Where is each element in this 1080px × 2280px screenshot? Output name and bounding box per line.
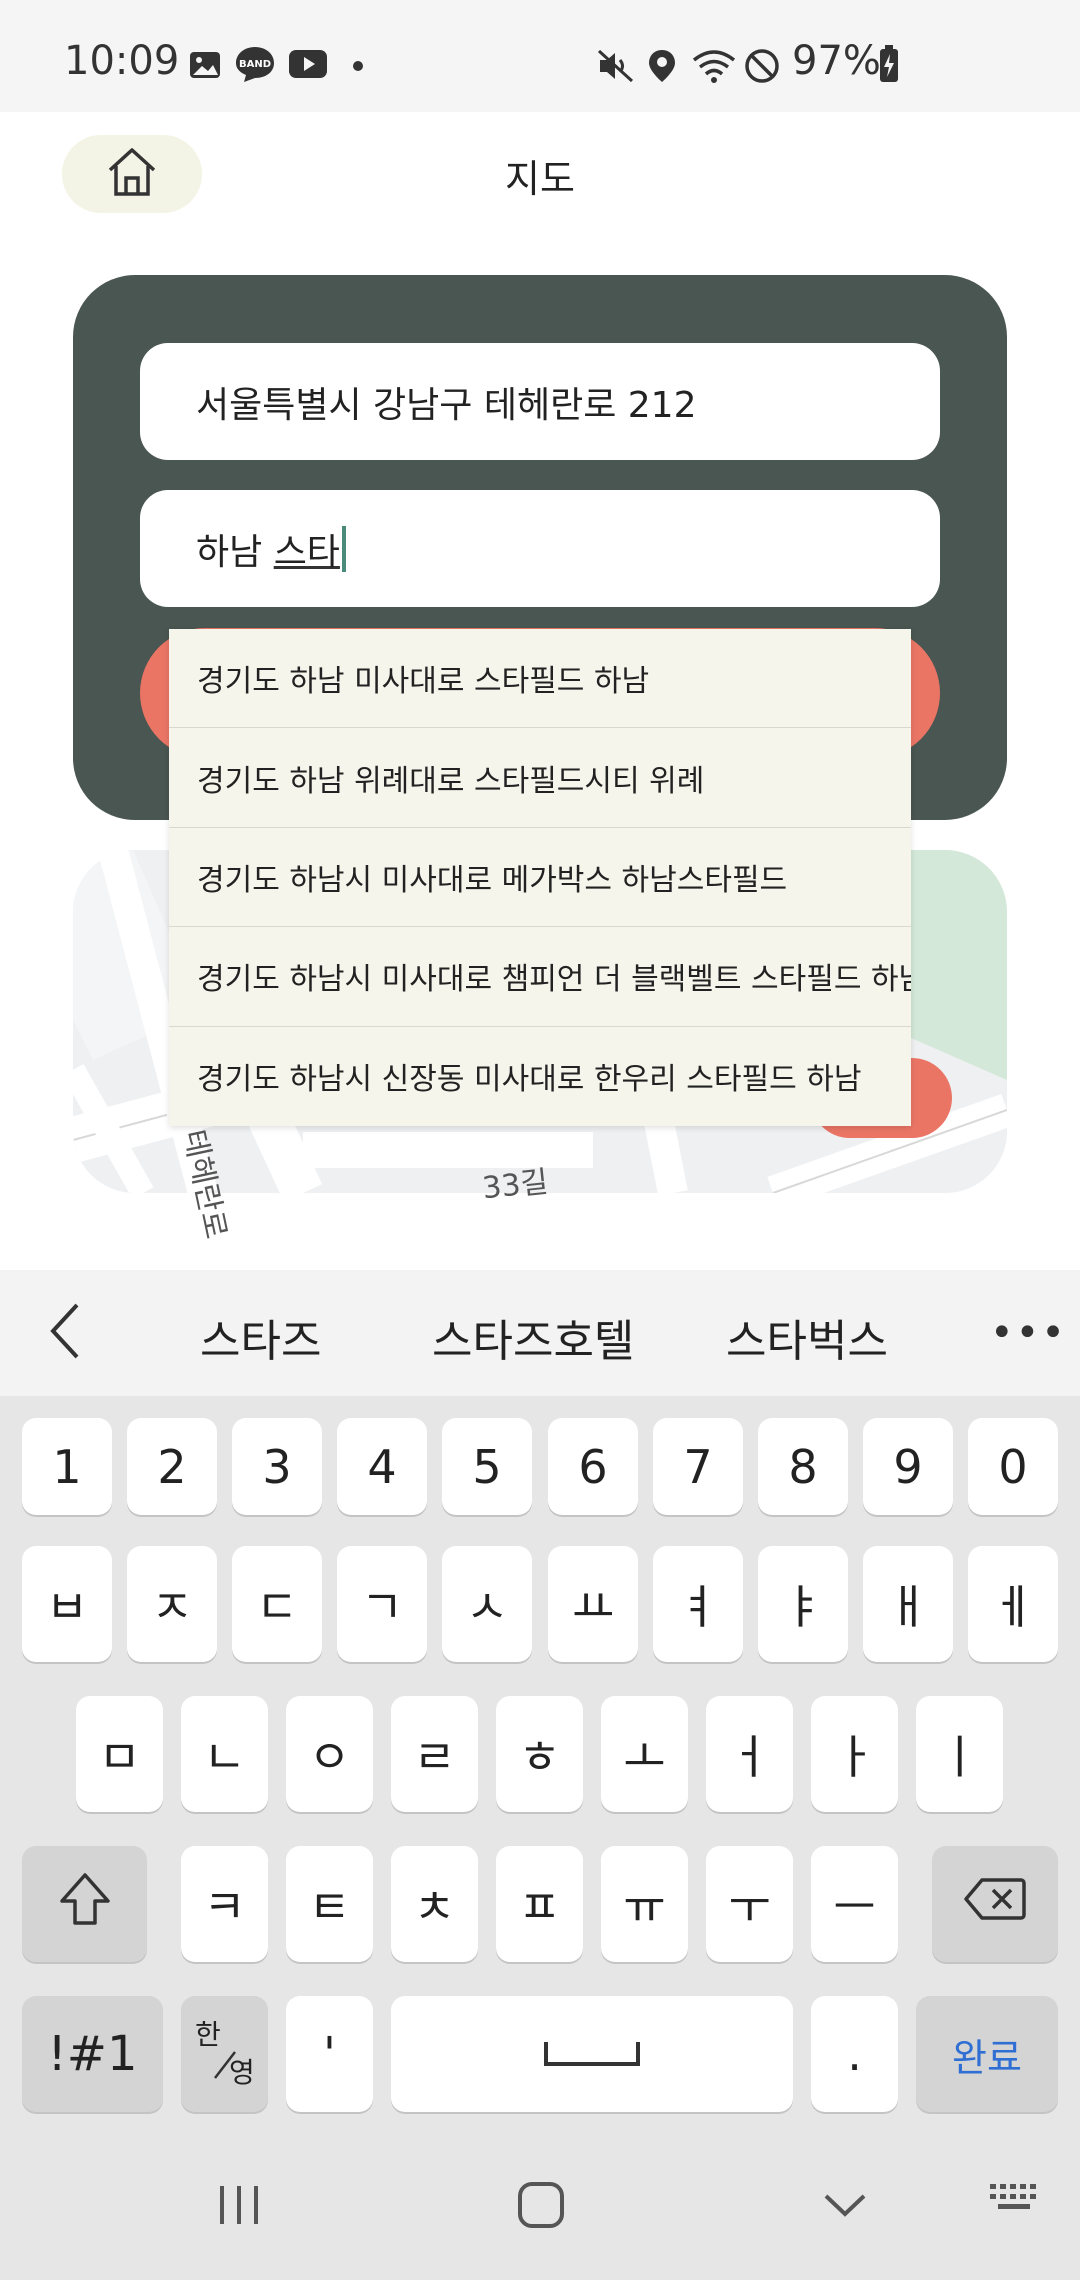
key-8[interactable]: 8 xyxy=(758,1418,848,1515)
key-2[interactable]: 2 xyxy=(127,1418,217,1515)
key-ya[interactable]: ㅑ xyxy=(758,1546,848,1662)
key-e[interactable]: ㅔ xyxy=(968,1546,1058,1662)
prediction-word[interactable]: 스타즈 xyxy=(200,1305,321,1369)
period-key[interactable]: . xyxy=(811,1996,898,2112)
lang-english-label: 영 xyxy=(229,2056,255,2089)
key-tieut[interactable]: ㅌ xyxy=(286,1846,373,1962)
symbols-key[interactable]: !#1 xyxy=(22,1996,163,2112)
key-0[interactable]: 0 xyxy=(968,1418,1058,1515)
key-chieut[interactable]: ㅊ xyxy=(391,1846,478,1962)
dnd-icon xyxy=(744,48,780,84)
key-pieup[interactable]: ㅍ xyxy=(496,1846,583,1962)
prediction-word[interactable]: 스타벅스 xyxy=(726,1305,888,1369)
backspace-key[interactable] xyxy=(932,1846,1058,1962)
shift-icon xyxy=(58,1871,112,1938)
key-siot[interactable]: ㅅ xyxy=(442,1546,532,1662)
key-6[interactable]: 6 xyxy=(548,1418,638,1515)
suggestion-item[interactable]: 경기도 하남시 신장동 미사대로 한우리 스타필드 하남 xyxy=(169,1027,911,1126)
suggestion-item[interactable]: 경기도 하남 미사대로 스타필드 하남 xyxy=(169,629,911,729)
key-mieum[interactable]: ㅁ xyxy=(76,1696,163,1812)
status-time: 10:09 xyxy=(64,38,180,84)
key-yu[interactable]: ㅠ xyxy=(601,1846,688,1962)
youtube-icon xyxy=(288,48,328,80)
key-1[interactable]: 1 xyxy=(22,1418,112,1515)
backspace-icon xyxy=(964,1877,1026,1932)
shift-key[interactable] xyxy=(22,1846,147,1962)
suggestion-item[interactable]: 경기도 하남 위례대로 스타필드시티 위례 xyxy=(169,728,911,828)
mute-icon xyxy=(596,48,636,84)
map-street-label: 33길 xyxy=(480,1164,550,1207)
key-i[interactable]: ㅣ xyxy=(916,1696,1003,1812)
recent-apps-icon[interactable] xyxy=(214,2180,264,2230)
key-giyeok[interactable]: ㄱ xyxy=(337,1546,427,1662)
suggestion-item[interactable]: 경기도 하남시 미사대로 메가박스 하남스타필드 xyxy=(169,828,911,928)
key-ae[interactable]: ㅐ xyxy=(863,1546,953,1662)
apostrophe-key[interactable]: ' xyxy=(286,1996,373,2112)
key-digeut[interactable]: ㄷ xyxy=(232,1546,322,1662)
svg-text:BAND: BAND xyxy=(239,59,271,70)
lang-korean-label: 한 xyxy=(195,2018,221,2051)
key-eo[interactable]: ㅓ xyxy=(706,1696,793,1812)
prediction-word[interactable]: 스타즈호텔 xyxy=(432,1305,634,1369)
origin-field[interactable]: 서울특별시 강남구 테헤란로 212 xyxy=(140,343,940,460)
key-a[interactable]: ㅏ xyxy=(811,1696,898,1812)
key-yeo[interactable]: ㅕ xyxy=(653,1546,743,1662)
page-title: 지도 xyxy=(505,157,575,201)
text-caret xyxy=(341,525,346,572)
key-o[interactable]: ㅗ xyxy=(601,1696,688,1812)
key-u[interactable]: ㅜ xyxy=(706,1846,793,1962)
nav-home-icon[interactable] xyxy=(516,2180,566,2230)
key-5[interactable]: 5 xyxy=(442,1418,532,1515)
hide-keyboard-icon[interactable] xyxy=(820,2180,870,2230)
key-yo[interactable]: ㅛ xyxy=(548,1546,638,1662)
prediction-more-button[interactable]: ••• xyxy=(990,1310,1067,1356)
key-hieut[interactable]: ㅎ xyxy=(496,1696,583,1812)
key-ieung[interactable]: ㅇ xyxy=(286,1696,373,1812)
battery-charging-icon xyxy=(878,44,900,84)
wifi-icon xyxy=(692,48,738,84)
chevron-left-icon xyxy=(47,1301,83,1365)
done-key[interactable]: 완료 xyxy=(916,1996,1058,2112)
key-3[interactable]: 3 xyxy=(232,1418,322,1515)
destination-composing-text: 스타 xyxy=(273,531,340,573)
dot-icon xyxy=(352,60,364,72)
space-icon xyxy=(542,2027,642,2081)
key-eu[interactable]: ㅡ xyxy=(811,1846,898,1962)
keyboard-switch-icon[interactable] xyxy=(988,2180,1044,2226)
key-4[interactable]: 4 xyxy=(337,1418,427,1515)
band-icon: BAND xyxy=(234,44,276,84)
space-key[interactable] xyxy=(391,1996,793,2112)
suggestion-item[interactable]: 경기도 하남시 미사대로 챔피언 더 블랙벨트 스타필드 하남점 xyxy=(169,927,911,1027)
address-suggestions: 경기도 하남 미사대로 스타필드 하남 경기도 하남 위례대로 스타필드시티 위… xyxy=(169,629,911,1126)
gallery-icon xyxy=(188,48,222,82)
key-kieuk[interactable]: ㅋ xyxy=(181,1846,268,1962)
key-bieup[interactable]: ㅂ xyxy=(22,1546,112,1662)
battery-percentage: 97% xyxy=(792,38,881,84)
destination-field[interactable]: 하남 스타 xyxy=(140,490,940,607)
destination-committed-text: 하남 xyxy=(196,531,274,573)
key-jieut[interactable]: ㅈ xyxy=(127,1546,217,1662)
origin-value: 서울특별시 강남구 테헤란로 212 xyxy=(196,384,697,426)
key-rieul[interactable]: ㄹ xyxy=(391,1696,478,1812)
key-nieun[interactable]: ㄴ xyxy=(181,1696,268,1812)
key-9[interactable]: 9 xyxy=(863,1418,953,1515)
language-toggle-key[interactable]: 한 영 xyxy=(181,1996,268,2112)
location-icon xyxy=(646,48,678,84)
key-7[interactable]: 7 xyxy=(653,1418,743,1515)
prediction-back-button[interactable] xyxy=(40,1298,90,1368)
